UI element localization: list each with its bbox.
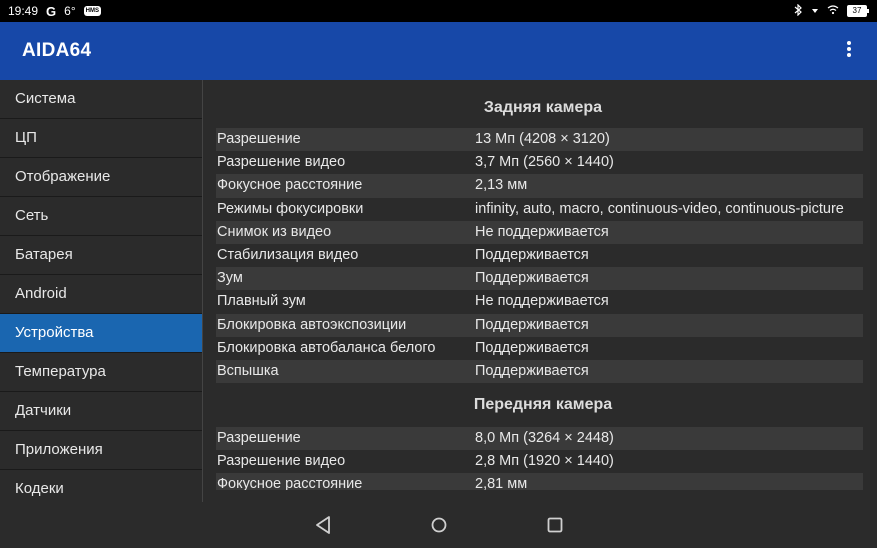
row-key: Блокировка автобаланса белого xyxy=(217,339,436,356)
row-value: 2,8 Мп (1920 × 1440) xyxy=(475,453,614,470)
row-key: Разрешение видео xyxy=(217,154,346,171)
sidebar-item-display[interactable]: Отображение xyxy=(0,158,202,197)
table-row: Разрешение видео 3,7 Мп (2560 × 1440) xyxy=(216,151,863,174)
row-value: Поддерживается xyxy=(475,246,589,263)
table-row: Разрешение 8,0 Мп (3264 × 2448) xyxy=(216,427,863,451)
row-key: Разрешение xyxy=(217,430,301,447)
status-bar: 19:49 G 6° HMS 37 xyxy=(0,0,877,22)
table-row: Блокировка автоэкспозиции Поддерживается xyxy=(216,313,863,337)
row-key: Фокусное расстояние xyxy=(217,476,363,490)
wifi-icon xyxy=(827,4,839,18)
sidebar-item-sensors[interactable]: Датчики xyxy=(0,392,202,431)
navigation-bar xyxy=(0,502,877,548)
table-row: Плавный зум Не поддерживается xyxy=(216,290,863,313)
section-title-rear-camera: Задняя камера xyxy=(483,99,603,116)
row-key: Разрешение видео xyxy=(217,453,346,470)
sidebar-item-cpu[interactable]: ЦП xyxy=(0,119,202,158)
row-key: Режимы фокусировки xyxy=(217,200,364,217)
table-row: Вспышка Поддерживается xyxy=(216,359,863,384)
row-key: Вспышка xyxy=(217,362,279,379)
row-value: 13 Мп (4208 × 3120) xyxy=(475,131,610,147)
sidebar-item-network[interactable]: Сеть xyxy=(0,197,202,236)
row-key: Блокировка автоэкспозиции xyxy=(217,316,407,333)
status-time: 19:49 xyxy=(8,4,39,18)
row-key: Фокусное расстояние xyxy=(217,177,363,194)
signal-icon xyxy=(811,5,819,18)
row-key: Разрешение xyxy=(217,131,301,147)
sidebar-item-battery[interactable]: Батарея xyxy=(0,236,202,275)
recents-icon[interactable] xyxy=(543,513,567,537)
table-row: Зум Поддерживается xyxy=(216,267,863,291)
section-title-front-camera: Передняя камера xyxy=(473,396,613,414)
row-value: Поддерживается xyxy=(475,339,589,356)
table-row: Снимок из видео Не поддерживается xyxy=(216,220,863,244)
row-value: Не поддерживается xyxy=(475,293,609,310)
table-row: Фокусное расстояние 2,13 мм xyxy=(216,174,863,198)
overflow-menu-icon[interactable] xyxy=(841,40,857,62)
table-row: Режимы фокусировки infinity, auto, macro,… xyxy=(216,198,863,221)
row-value: Не поддерживается xyxy=(475,223,609,240)
app-title: AIDA64 xyxy=(22,40,92,61)
hms-badge: HMS xyxy=(83,6,101,16)
back-icon[interactable] xyxy=(311,513,335,537)
sidebar-item-android[interactable]: Android xyxy=(0,275,202,314)
row-value: 8,0 Мп (3264 × 2448) xyxy=(475,430,614,447)
row-value: 2,13 мм xyxy=(475,177,528,194)
sidebar-item-system[interactable]: Система xyxy=(0,80,202,119)
table-row: Фокусное расстояние 2,81 мм xyxy=(216,473,863,490)
row-key: Зум xyxy=(217,270,243,287)
row-key: Снимок из видео xyxy=(217,223,332,240)
row-key: Стабилизация видео xyxy=(217,246,359,263)
google-icon: G xyxy=(46,3,57,19)
table-row: Стабилизация видео Поддерживается xyxy=(216,244,863,267)
home-icon[interactable] xyxy=(427,513,451,537)
battery-icon: 37 xyxy=(847,5,869,17)
table-row: Блокировка автобаланса белого Поддерживае… xyxy=(216,337,863,360)
row-value: Поддерживается xyxy=(475,362,589,379)
table-row: Разрешение видео 2,8 Мп (1920 × 1440) xyxy=(216,450,863,473)
rear-camera-table: Разрешение 13 Мп (4208 × 3120) Разрешение… xyxy=(203,128,877,384)
sidebar-item-devices[interactable]: Устройства xyxy=(0,314,202,353)
row-value: Поддерживается xyxy=(475,316,589,333)
app-bar: AIDA64 xyxy=(0,22,877,80)
sidebar: Система ЦП Отображение Сеть Батарея Andr… xyxy=(0,80,203,502)
sidebar-item-apps[interactable]: Приложения xyxy=(0,431,202,470)
sidebar-item-codecs[interactable]: Кодеки xyxy=(0,470,202,502)
status-temperature: 6° xyxy=(64,4,76,18)
details-panel[interactable]: Задняя камера Разрешение 13 Мп (4208 × 31… xyxy=(203,80,877,490)
sidebar-item-temperature[interactable]: Температура xyxy=(0,353,202,392)
row-key: Плавный зум xyxy=(217,293,306,310)
row-value: infinity, auto, macro, continuous-video,… xyxy=(475,200,844,217)
front-camera-table: Разрешение 8,0 Мп (3264 × 2448) Разрешени… xyxy=(203,427,877,490)
table-row: Разрешение 13 Мп (4208 × 3120) xyxy=(216,128,863,152)
row-value: 2,81 мм xyxy=(475,476,528,490)
bluetooth-icon xyxy=(794,3,803,19)
row-value: 3,7 Мп (2560 × 1440) xyxy=(475,154,614,171)
row-value: Поддерживается xyxy=(475,270,589,287)
